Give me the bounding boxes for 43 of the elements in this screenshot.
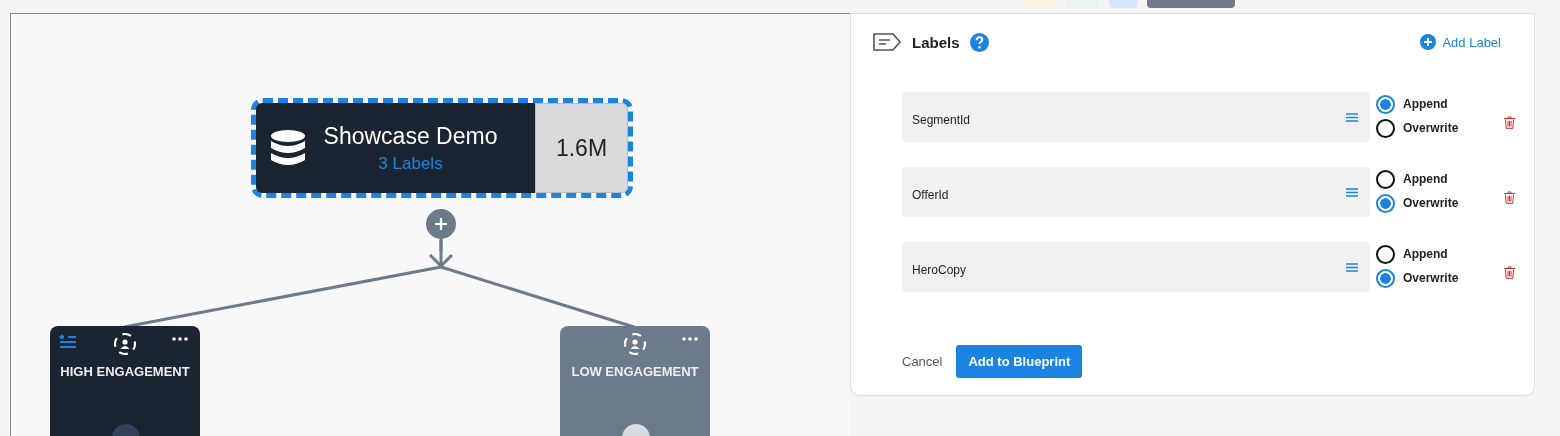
source-node[interactable]: Showcase Demo 3 Labels 1.6M bbox=[251, 98, 633, 198]
segment-title: HIGH ENGAGEMENT bbox=[60, 364, 190, 379]
database-icon bbox=[270, 129, 306, 167]
drag-handle-icon[interactable] bbox=[1346, 112, 1358, 122]
plus-icon bbox=[434, 217, 448, 231]
list-icon[interactable] bbox=[59, 334, 77, 348]
cancel-button[interactable]: Cancel bbox=[902, 354, 943, 369]
radio-option[interactable]: Append bbox=[1376, 169, 1496, 189]
radio-option[interactable]: Append bbox=[1376, 94, 1496, 114]
radio-button[interactable] bbox=[1376, 118, 1395, 138]
radio-option[interactable]: Overwrite bbox=[1376, 118, 1496, 138]
more-icon[interactable] bbox=[172, 337, 188, 341]
drag-handle-icon[interactable] bbox=[1346, 262, 1358, 272]
arrowhead-icon bbox=[428, 253, 454, 269]
label-icon bbox=[872, 32, 902, 52]
label-field[interactable]: OfferId bbox=[902, 167, 1370, 217]
radio-button[interactable] bbox=[1376, 169, 1395, 189]
help-icon[interactable] bbox=[969, 32, 989, 52]
radio-option[interactable]: Append bbox=[1376, 244, 1496, 264]
node-title: Showcase Demo bbox=[323, 122, 498, 150]
panel-title: Labels bbox=[912, 33, 960, 51]
add-node-button[interactable] bbox=[426, 209, 456, 239]
radio-button[interactable] bbox=[1376, 244, 1395, 264]
label-field[interactable]: SegmentId bbox=[902, 92, 1370, 142]
audience-icon bbox=[113, 332, 137, 356]
radio-option[interactable]: Overwrite bbox=[1376, 193, 1496, 213]
segment-card[interactable]: HIGH ENGAGEMENT bbox=[50, 326, 200, 436]
trash-icon[interactable] bbox=[1504, 115, 1515, 129]
node-subtitle: 3 Labels bbox=[378, 153, 443, 174]
drag-handle-icon[interactable] bbox=[1346, 187, 1358, 197]
plus-circle-icon bbox=[1420, 34, 1437, 50]
segment-title: LOW ENGAGEMENT bbox=[571, 364, 699, 379]
add-to-blueprint-button[interactable]: Add to Blueprint bbox=[956, 345, 1083, 378]
radio-option[interactable]: Overwrite bbox=[1376, 268, 1496, 288]
radio-button[interactable] bbox=[1376, 193, 1395, 213]
trash-icon[interactable] bbox=[1504, 190, 1515, 204]
add-label-button[interactable]: Add Label bbox=[1420, 34, 1501, 50]
node-count: 1.6M bbox=[555, 134, 608, 162]
radio-button[interactable] bbox=[1376, 94, 1395, 114]
trash-icon[interactable] bbox=[1504, 265, 1515, 279]
audience-icon bbox=[623, 332, 647, 356]
radio-button[interactable] bbox=[1376, 268, 1395, 288]
label-field[interactable]: HeroCopy bbox=[902, 242, 1370, 292]
